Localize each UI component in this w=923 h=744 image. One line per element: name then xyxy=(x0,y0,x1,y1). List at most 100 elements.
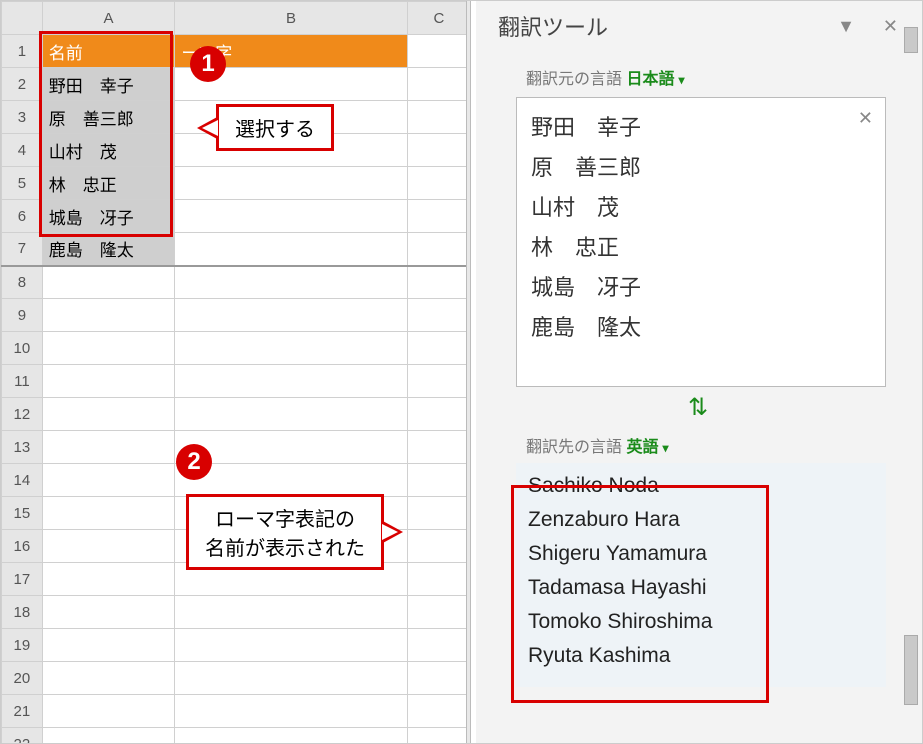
source-language-dropdown[interactable]: 日本語▾ xyxy=(626,71,684,88)
row-header[interactable]: 8 xyxy=(2,266,43,299)
cell[interactable] xyxy=(407,266,470,299)
row-header[interactable]: 7 xyxy=(2,233,43,266)
row-header[interactable]: 15 xyxy=(2,497,43,530)
cell-A7[interactable]: 鹿島 隆太 xyxy=(42,233,175,266)
data-row-18[interactable]: 18 xyxy=(2,596,471,629)
row-header[interactable]: 17 xyxy=(2,563,43,596)
pane-splitter[interactable] xyxy=(466,1,471,743)
cell[interactable] xyxy=(42,596,175,629)
cell[interactable] xyxy=(42,266,175,299)
row-header[interactable]: 6 xyxy=(2,200,43,233)
data-row-11[interactable]: 11 xyxy=(2,365,471,398)
cell[interactable] xyxy=(42,662,175,695)
pane-close-icon[interactable]: ✕ xyxy=(883,16,898,37)
cell[interactable] xyxy=(407,728,470,744)
cell[interactable] xyxy=(175,662,407,695)
cell[interactable] xyxy=(42,332,175,365)
cell[interactable] xyxy=(407,299,470,332)
row-header[interactable]: 1 xyxy=(2,35,43,68)
cell[interactable] xyxy=(42,464,175,497)
pane-menu-dropdown-icon[interactable]: ▼ xyxy=(837,16,855,37)
target-language-dropdown[interactable]: 英語▾ xyxy=(626,439,668,456)
row-header[interactable]: 16 xyxy=(2,530,43,563)
cell[interactable] xyxy=(175,299,407,332)
row-header[interactable]: 20 xyxy=(2,662,43,695)
cell[interactable] xyxy=(407,464,470,497)
cell[interactable] xyxy=(175,365,407,398)
select-all-corner[interactable] xyxy=(2,2,43,35)
scroll-up-affordance[interactable] xyxy=(904,27,918,53)
data-row-8[interactable]: 8 xyxy=(2,266,471,299)
cell[interactable] xyxy=(407,662,470,695)
cell[interactable] xyxy=(407,68,470,101)
column-header-row[interactable]: A B C xyxy=(2,2,471,35)
cell[interactable] xyxy=(407,695,470,728)
col-header-C[interactable]: C xyxy=(407,2,470,35)
cell[interactable] xyxy=(407,629,470,662)
swap-languages-icon[interactable]: ⇅ xyxy=(688,394,708,421)
row-header[interactable]: 3 xyxy=(2,101,43,134)
data-row-10[interactable]: 10 xyxy=(2,332,471,365)
cell[interactable] xyxy=(42,530,175,563)
data-row-20[interactable]: 20 xyxy=(2,662,471,695)
data-row-14[interactable]: 14 xyxy=(2,464,471,497)
row-header[interactable]: 22 xyxy=(2,728,43,744)
cell[interactable] xyxy=(407,596,470,629)
row-header[interactable]: 18 xyxy=(2,596,43,629)
clear-source-icon[interactable]: ✕ xyxy=(858,108,873,129)
data-row-19[interactable]: 19 xyxy=(2,629,471,662)
row-header[interactable]: 19 xyxy=(2,629,43,662)
cell[interactable] xyxy=(42,497,175,530)
cell[interactable] xyxy=(407,398,470,431)
cell[interactable] xyxy=(175,728,407,744)
row-header[interactable]: 9 xyxy=(2,299,43,332)
cell[interactable] xyxy=(175,629,407,662)
cell-C1[interactable] xyxy=(407,35,470,68)
cell[interactable] xyxy=(175,233,407,266)
row-header[interactable]: 13 xyxy=(2,431,43,464)
cell[interactable] xyxy=(407,530,470,563)
source-text-box[interactable]: ✕ 野田 幸子 原 善三郎 山村 茂 林 忠正 城島 冴子 鹿島 隆太 xyxy=(516,97,886,387)
col-header-A[interactable]: A xyxy=(42,2,175,35)
row-header[interactable]: 11 xyxy=(2,365,43,398)
cell[interactable] xyxy=(42,398,175,431)
data-row-21[interactable]: 21 xyxy=(2,695,471,728)
row-header[interactable]: 12 xyxy=(2,398,43,431)
cell[interactable] xyxy=(42,695,175,728)
cell[interactable] xyxy=(175,167,407,200)
cell[interactable] xyxy=(42,431,175,464)
data-row-9[interactable]: 9 xyxy=(2,299,471,332)
row-header[interactable]: 2 xyxy=(2,68,43,101)
cell[interactable] xyxy=(407,167,470,200)
cell[interactable] xyxy=(175,596,407,629)
scrollbar-thumb[interactable] xyxy=(904,635,918,705)
cell[interactable] xyxy=(407,431,470,464)
cell[interactable] xyxy=(407,365,470,398)
cell[interactable] xyxy=(407,200,470,233)
cell[interactable] xyxy=(42,365,175,398)
row-header[interactable]: 10 xyxy=(2,332,43,365)
cell[interactable] xyxy=(42,299,175,332)
row-header[interactable]: 14 xyxy=(2,464,43,497)
cell[interactable] xyxy=(407,332,470,365)
cell[interactable] xyxy=(175,266,407,299)
row-header[interactable]: 4 xyxy=(2,134,43,167)
cell[interactable] xyxy=(42,629,175,662)
data-row-12[interactable]: 12 xyxy=(2,398,471,431)
data-row-22[interactable]: 22 xyxy=(2,728,471,744)
data-row-13[interactable]: 13 xyxy=(2,431,471,464)
row-header[interactable]: 21 xyxy=(2,695,43,728)
cell[interactable] xyxy=(407,563,470,596)
row-header[interactable]: 5 xyxy=(2,167,43,200)
cell[interactable] xyxy=(42,563,175,596)
cell[interactable] xyxy=(407,497,470,530)
cell[interactable] xyxy=(175,695,407,728)
cell[interactable] xyxy=(407,134,470,167)
cell[interactable] xyxy=(42,728,175,744)
col-header-B[interactable]: B xyxy=(175,2,407,35)
cell[interactable] xyxy=(407,233,470,266)
data-row-7[interactable]: 7鹿島 隆太 xyxy=(2,233,471,266)
cell[interactable] xyxy=(175,332,407,365)
cell[interactable] xyxy=(175,398,407,431)
cell[interactable] xyxy=(407,101,470,134)
